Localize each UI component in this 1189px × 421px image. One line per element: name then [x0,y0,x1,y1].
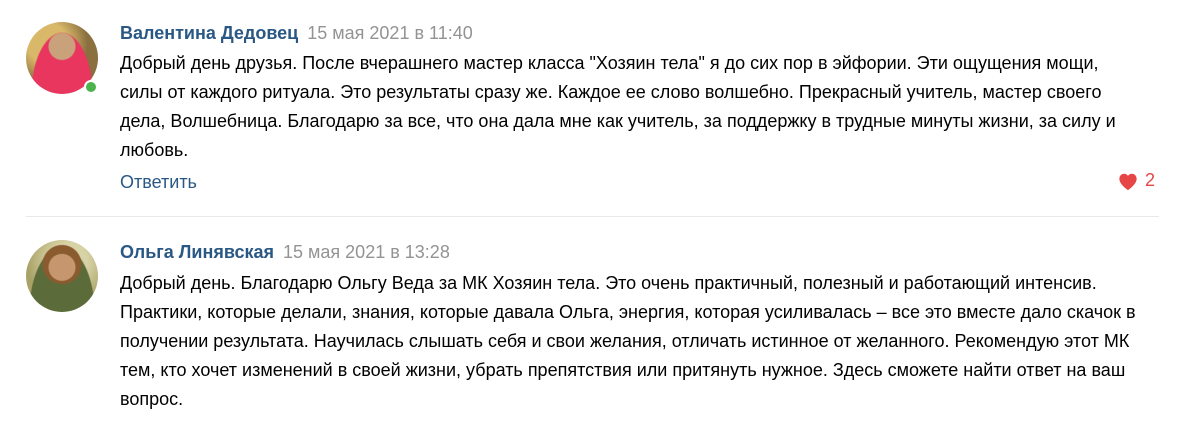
comment-header: Ольга Линявская 15 мая 2021 в 13:28 [120,241,450,263]
like-button[interactable]: 2 [1117,170,1155,191]
heart-icon [1119,173,1137,190]
author-name[interactable]: Ольга Линявская [120,242,274,262]
author-name[interactable]: Валентина Дедовец [120,23,298,43]
comment-text: Добрый день. Благодарю Ольгу Веда за МК … [120,273,1136,409]
comment-date[interactable]: 15 мая 2021 в 13:28 [283,242,450,262]
comment-date[interactable]: 15 мая 2021 в 11:40 [307,23,472,43]
like-count: 2 [1144,170,1155,190]
comment-header: Валентина Дедовец 15 мая 2021 в 11:40 [120,22,473,44]
comment-text: Добрый день друзья. После вчерашнего мас… [120,53,1116,160]
divider [26,216,1159,217]
online-indicator [84,80,98,94]
reply-button[interactable]: Ответить [120,172,197,193]
avatar[interactable] [26,240,98,312]
